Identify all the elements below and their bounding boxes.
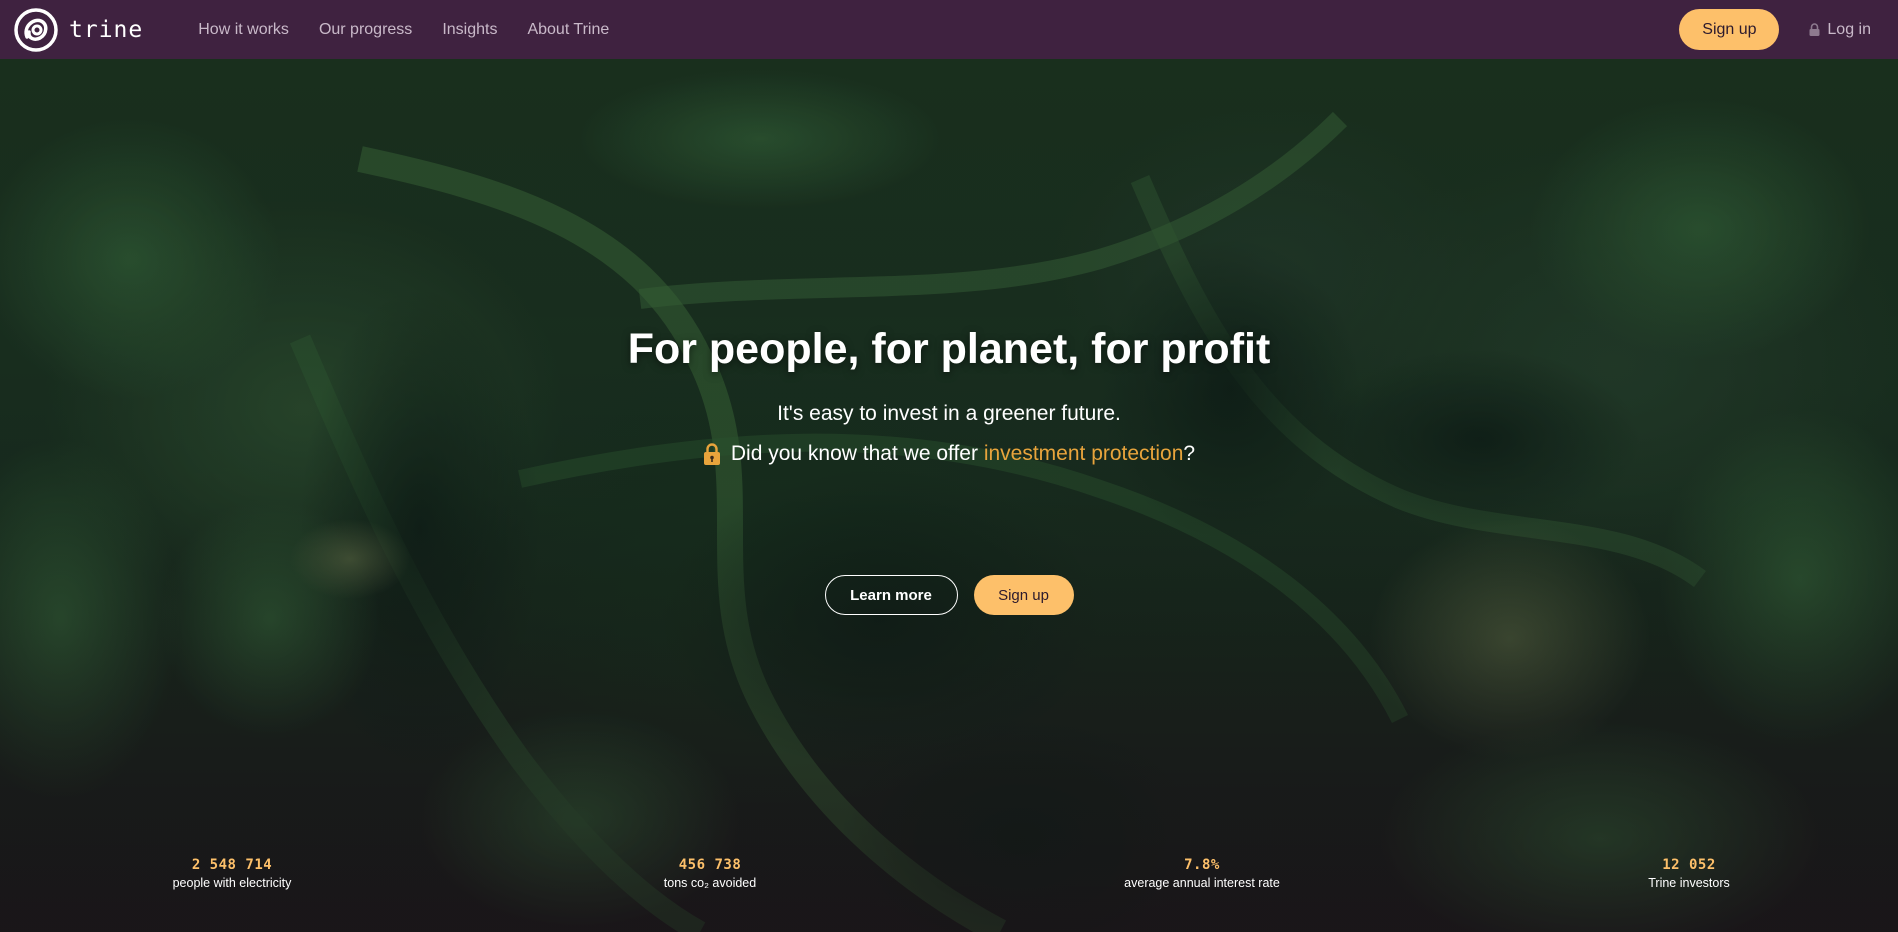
hero-overlay: [0, 59, 1898, 932]
protection-prefix-text: Did you know that we offer: [730, 442, 984, 465]
trine-logo-icon: [14, 7, 58, 52]
stat-value: 2 548 714: [191, 857, 273, 873]
login-label: Log in: [1827, 20, 1871, 38]
top-navbar: trine How it works Our progress Insights…: [0, 0, 1898, 59]
nav-link-our-progress[interactable]: Our progress: [319, 21, 412, 39]
hero-signup-button[interactable]: Sign up: [973, 575, 1074, 615]
stat-label: people with electricity: [172, 876, 292, 890]
stat-trine-investors: 12 052 Trine investors: [1648, 857, 1730, 890]
hero-section: [0, 59, 1898, 932]
stat-value: 7.8%: [1184, 857, 1220, 873]
impact-stats: 2 548 714 people with electricity 456 73…: [0, 857, 1898, 897]
stat-label: Trine investors: [1648, 876, 1730, 890]
stat-co2-avoided: 456 738 tons co₂ avoided: [664, 857, 756, 890]
nav-signup-button[interactable]: Sign up: [1679, 9, 1780, 50]
nav-actions: Sign up Log in: [1679, 9, 1871, 50]
lock-icon: [1809, 23, 1820, 36]
investment-protection-link[interactable]: investment protection: [984, 442, 1184, 466]
hero-subline: It's easy to invest in a greener future.: [777, 402, 1121, 425]
nav-link-about-trine[interactable]: About Trine: [527, 21, 609, 39]
brand-name: trine: [69, 16, 144, 43]
learn-more-button[interactable]: Learn more: [824, 575, 958, 615]
investment-protection-note: Did you know that we offer investment pr…: [0, 442, 1898, 466]
hero-headline: For people, for planet, for profit: [627, 325, 1271, 373]
stat-value: 456 738: [678, 857, 742, 873]
stat-label: tons co₂ avoided: [663, 876, 757, 890]
main-nav: How it works Our progress Insights About…: [198, 21, 639, 39]
stat-people-electricity: 2 548 714 people with electricity: [173, 857, 292, 890]
stat-label: average annual interest rate: [1124, 876, 1280, 890]
nav-link-how-it-works[interactable]: How it works: [198, 21, 289, 39]
stat-interest-rate: 7.8% average annual interest rate: [1124, 857, 1280, 890]
stat-value: 12 052: [1662, 857, 1716, 873]
nav-link-insights[interactable]: Insights: [442, 21, 497, 39]
protection-suffix-text: ?: [1183, 442, 1196, 465]
brand-logo-link[interactable]: trine: [13, 7, 143, 53]
padlock-icon: [703, 443, 720, 465]
hero-cta-group: Learn more Sign up: [0, 575, 1898, 615]
login-link[interactable]: Log in: [1809, 21, 1871, 39]
